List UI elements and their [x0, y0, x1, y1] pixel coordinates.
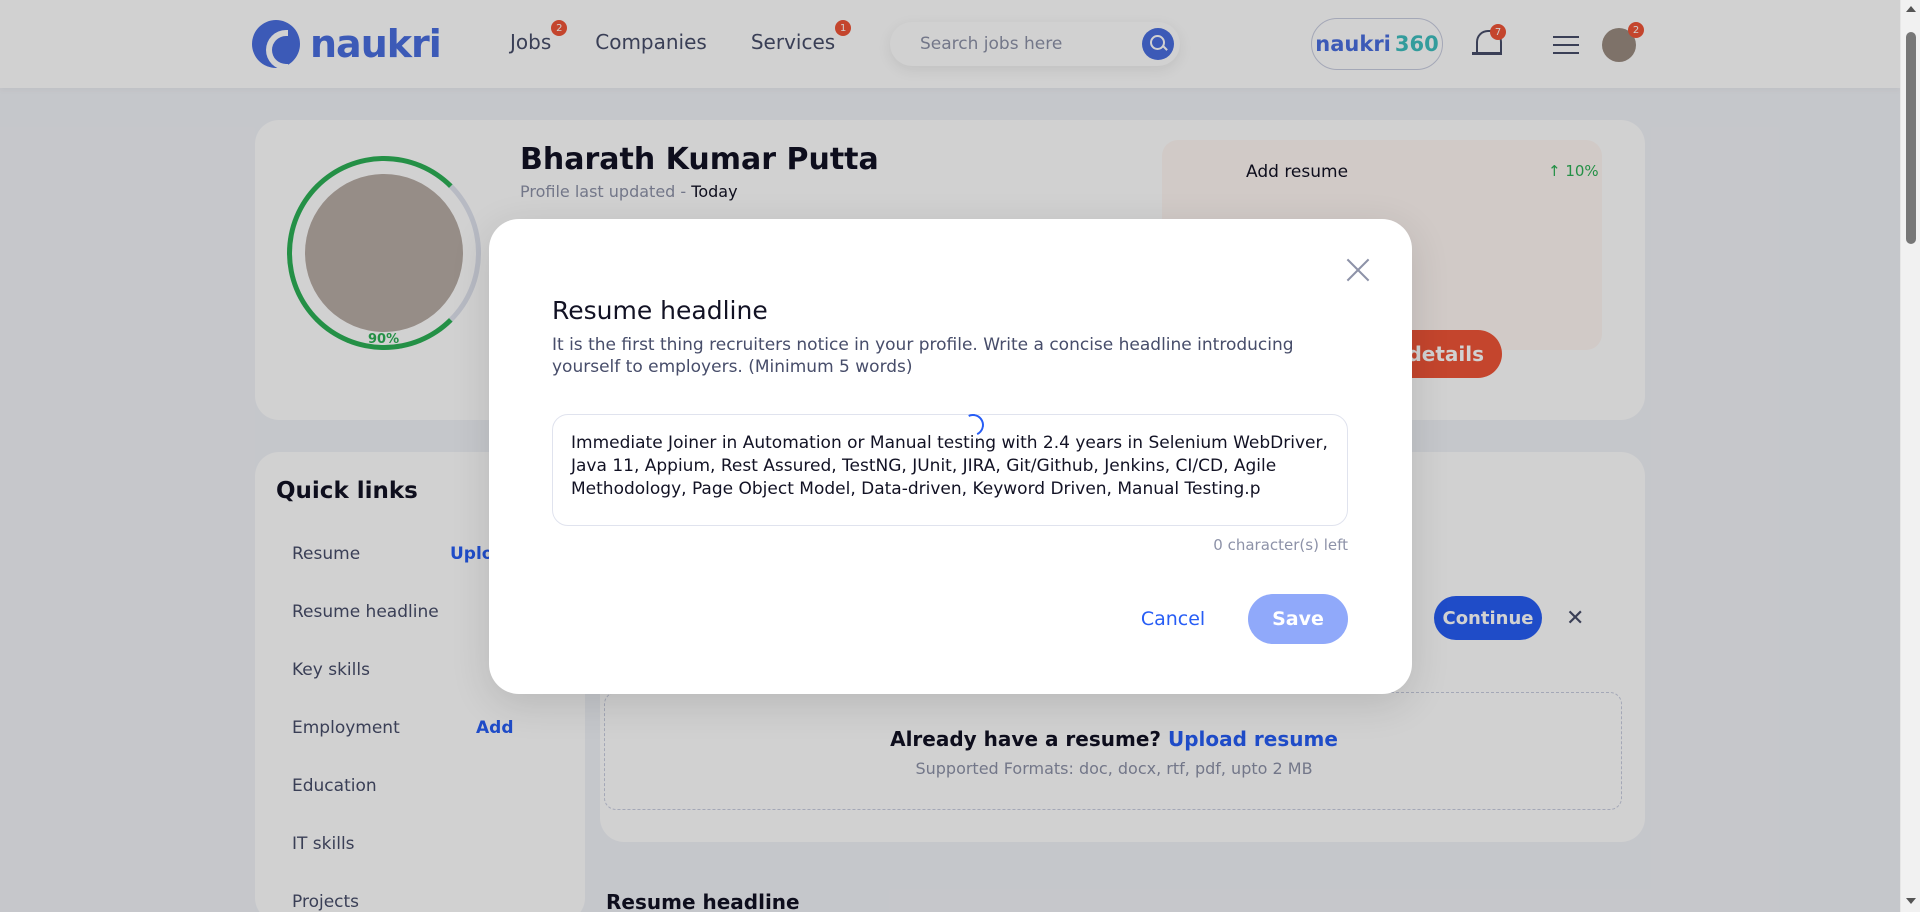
character-count: 0 character(s) left — [1213, 536, 1348, 554]
cancel-label: Cancel — [1140, 608, 1206, 630]
scrollbar-thumb[interactable] — [1906, 32, 1916, 244]
scroll-up-arrow-icon[interactable] — [1906, 6, 1916, 12]
vertical-scrollbar[interactable] — [1900, 0, 1920, 912]
page: naukri Jobs 2 Companies Services 1 Searc… — [0, 0, 1900, 912]
save-label: Save — [1272, 608, 1324, 630]
save-button[interactable]: Save — [1248, 594, 1348, 644]
modal-description: It is the first thing recruiters notice … — [552, 335, 1294, 377]
headline-textarea-value[interactable]: Immediate Joiner in Automation or Manual… — [571, 432, 1339, 501]
close-icon[interactable] — [1344, 256, 1372, 284]
cancel-button[interactable]: Cancel — [1134, 604, 1212, 634]
scroll-down-arrow-icon[interactable] — [1906, 898, 1916, 904]
modal-title: Resume headline — [552, 296, 768, 325]
